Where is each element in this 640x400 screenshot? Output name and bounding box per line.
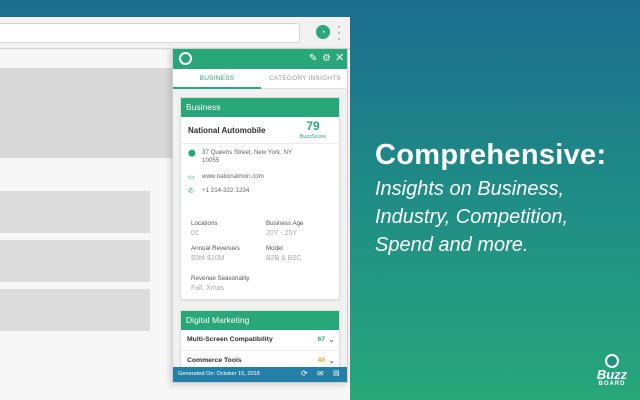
extension-panel: ✎ ⚙ ✕ BUSINESS CATEGORY INSIGHTS Busines…	[172, 48, 348, 383]
business-name: National Automobile	[188, 126, 266, 135]
stat-label: Annual Revenues	[191, 245, 240, 252]
placeholder-block	[0, 191, 150, 233]
buzzboard-extension-icon[interactable]: ◔	[316, 25, 330, 39]
phone-text: +1 214-322-1234	[202, 187, 250, 194]
brand-sub: BOARD	[598, 381, 626, 387]
buzzscore: 79 BuzzScore	[295, 119, 331, 141]
stat-business-age: Business Age 20Y - 25Y	[266, 219, 338, 239]
stat-value: B2B & B2C	[266, 255, 302, 262]
kebab-menu-icon[interactable]: · · ·	[336, 20, 342, 44]
metric-label: Commerce Tools	[187, 357, 242, 364]
hero-headline: Comprehensive:	[375, 139, 607, 171]
stat-label: Model	[266, 245, 283, 252]
panel-header: ✎ ⚙ ✕	[173, 49, 347, 69]
metric-score: 67	[317, 336, 325, 343]
business-section-title: Business	[181, 98, 339, 117]
business-card: Business National Automobile 79 BuzzScor…	[180, 97, 340, 300]
metric-score: 40	[317, 357, 325, 364]
gear-icon[interactable]: ⚙	[322, 52, 331, 65]
generated-date: Generated On: October 15, 2018	[178, 371, 260, 377]
website-link[interactable]: www.nationalmon.com	[202, 173, 302, 181]
close-icon[interactable]: ✕	[335, 52, 344, 65]
refresh-icon[interactable]: ⟳	[301, 369, 308, 379]
browser-toolbar: ◔ · · ·	[0, 17, 350, 49]
tab-category-insights[interactable]: CATEGORY INSIGHTS	[261, 69, 347, 89]
buzzscore-value: 79	[306, 119, 320, 133]
phone-icon: ✆	[188, 188, 194, 195]
location-pin-icon: ⬤	[188, 150, 196, 157]
stat-model: Model B2B & B2C	[266, 244, 338, 264]
stat-value: Fall, Xmas	[191, 285, 225, 292]
stat-value: 01	[191, 230, 199, 237]
list-item[interactable]: Multi-Screen Compatibility 67 ⌄	[181, 330, 341, 351]
stat-label: Revenue Seasonality	[191, 275, 250, 282]
chevron-down-icon[interactable]: ⌄	[328, 356, 335, 365]
mail-icon[interactable]: ✉	[317, 369, 324, 379]
edit-icon[interactable]: ✎	[309, 52, 317, 65]
placeholder-block	[0, 240, 150, 282]
pdf-icon[interactable]: ▤	[333, 369, 340, 379]
monitor-icon: ▭	[188, 174, 195, 181]
speech-bubble-icon	[605, 354, 619, 368]
stat-locations: Locations 01	[191, 219, 263, 239]
stat-value: $5M-$10M	[191, 255, 225, 262]
stat-label: Business Age	[266, 220, 304, 227]
stat-revenue-seasonality: Revenue Seasonality Fall, Xmas	[191, 274, 263, 294]
stat-annual-revenues: Annual Revenues $5M-$10M	[191, 244, 263, 264]
tab-business[interactable]: BUSINESS	[173, 69, 261, 89]
buzzboard-logo: Buzz BOARD	[590, 354, 634, 394]
buzzscore-label: BuzzScore	[299, 134, 327, 140]
buzzboard-logo-icon	[179, 52, 192, 65]
address-bar[interactable]	[0, 23, 300, 43]
hero-line: Insights on Business,	[375, 178, 564, 200]
panel-footer: Generated On: October 15, 2018 ⟳ ✉ ▤	[173, 367, 347, 382]
hero-line: Spend and more.	[375, 234, 529, 256]
stat-label: Locations	[191, 220, 218, 227]
chevron-down-icon[interactable]: ⌄	[328, 335, 335, 344]
panel-tabs: BUSINESS CATEGORY INSIGHTS	[173, 69, 347, 89]
placeholder-block	[0, 289, 150, 331]
stat-value: 20Y - 25Y	[266, 230, 298, 237]
digital-section-title: Digital Marketing	[181, 311, 339, 330]
metric-label: Multi-Screen Compatibility	[187, 336, 273, 343]
address-text: 37 Queens Street, New York, NY 10055	[202, 149, 292, 164]
hero-line: Industry, Competition,	[375, 206, 569, 228]
brand-name: Buzz	[596, 367, 628, 382]
business-name-row: National Automobile 79 BuzzScore	[181, 117, 339, 144]
panel-body[interactable]: Business National Automobile 79 BuzzScor…	[173, 89, 347, 382]
placeholder-block	[0, 68, 172, 158]
